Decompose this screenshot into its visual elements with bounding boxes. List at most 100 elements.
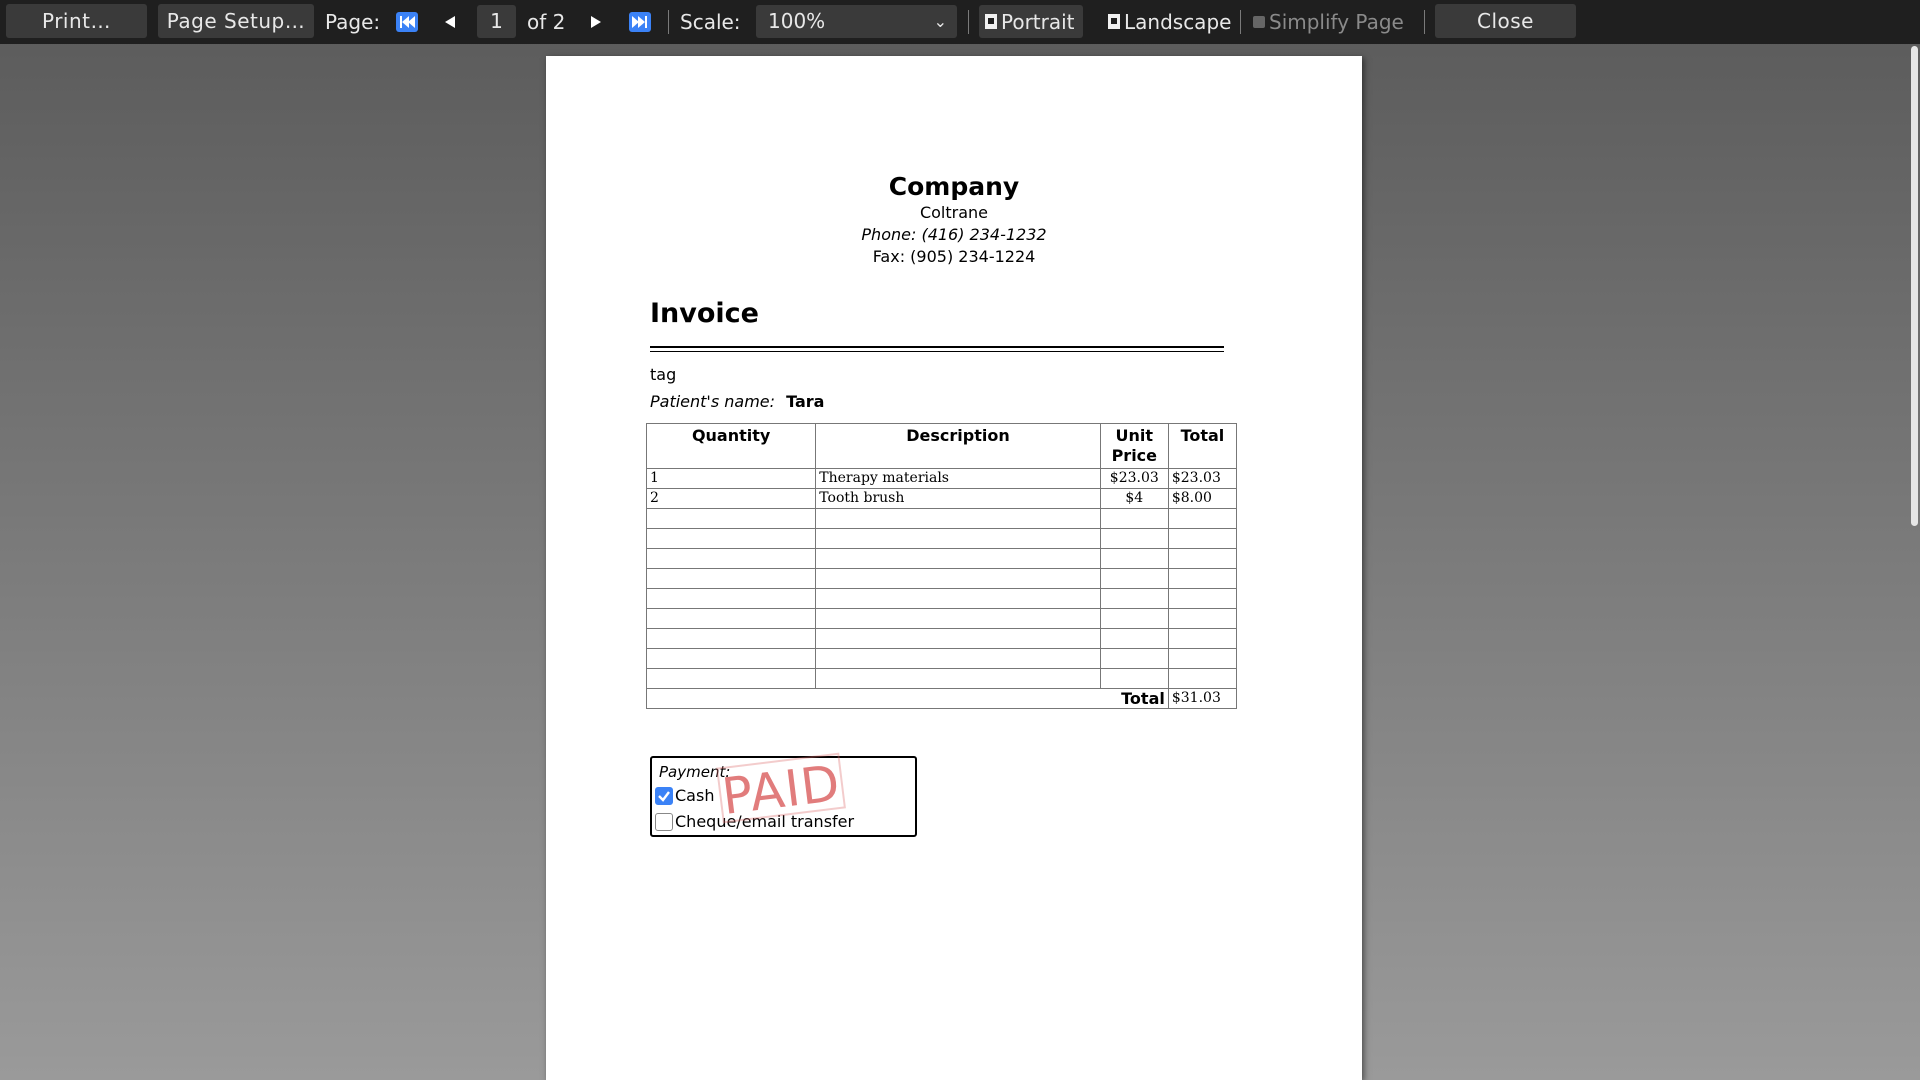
page-number-input[interactable]: 1 [477,5,516,38]
column-header-total: Total [1167,423,1238,469]
empty-cell [815,528,1101,549]
table-row [645,568,1238,589]
column-header-description: Description [815,423,1101,469]
table-row: 1 Therapy materials $23.03 $23.03 [645,468,1238,489]
vertical-scrollbar[interactable] [1908,44,1920,1080]
column-header-unit-price: Unit Price [1099,423,1169,469]
payment-box: Payment: Cash Cheque/email transfer PAID [650,752,917,837]
toolbar-separator [668,10,669,34]
table-row [645,548,1238,569]
empty-cell [645,668,817,689]
empty-cell [815,648,1101,669]
cash-checkbox[interactable] [655,786,673,805]
simplify-page-toggle[interactable]: Simplify Page [1253,5,1404,38]
table-header-row: Quantity Description Unit Price Total [645,423,1238,469]
empty-cell [645,528,817,549]
page-setup-button[interactable]: Page Setup… [158,4,314,38]
patient-name-value: Tara [786,392,825,411]
print-preview-toolbar: Print… Page Setup… Page: 1 of 2 Scale: 1… [0,0,1920,44]
empty-cell [1099,508,1169,529]
empty-cell [645,568,817,589]
table-row [645,608,1238,629]
last-page-icon[interactable] [626,8,654,36]
tag-text: tag [650,365,677,384]
invoice-items-table: Quantity Description Unit Price Total 1 … [645,423,1238,709]
company-address: Coltrane [919,203,989,222]
cell-unit-price: $23.03 [1099,468,1169,489]
table-row: 2 Tooth brush $4 $8.00 [645,488,1238,509]
portrait-button[interactable]: Portrait [979,5,1083,38]
empty-cell [1099,568,1169,589]
scale-select[interactable]: 100% ⌄ [756,5,957,38]
company-fax: Fax: (905) 234-1224 [872,247,1036,266]
table-row [645,508,1238,529]
next-page-icon[interactable] [582,8,610,36]
landscape-label: Landscape [1124,9,1232,34]
page-label: Page: [325,10,381,34]
empty-cell [645,608,817,629]
empty-cell [1167,568,1238,589]
preview-page: Company Coltrane Phone: (416) 234-1232 F… [546,56,1362,1080]
chevron-down-icon: ⌄ [933,12,947,31]
table-row [645,528,1238,549]
scrollbar-thumb[interactable] [1911,46,1918,526]
empty-cell [645,508,817,529]
empty-cell [815,588,1101,609]
cell-unit-price: $4 [1099,488,1169,509]
company-phone: Phone: (416) 234-1232 [861,225,1047,244]
simplify-checkbox [1253,15,1265,28]
table-row [645,668,1238,689]
company-header: Company Coltrane Phone: (416) 234-1232 F… [546,172,1362,268]
payment-option-cash[interactable]: Cash [655,786,714,805]
title-divider [650,346,1224,352]
empty-cell [1099,528,1169,549]
print-button[interactable]: Print… [6,4,147,38]
cell-description: Tooth brush [815,488,1101,509]
empty-cell [815,628,1101,649]
total-label: Total [646,688,1169,709]
cell-quantity: 1 [645,468,817,489]
previous-page-icon[interactable] [436,8,464,36]
portrait-icon [985,14,997,29]
invoice-title: Invoice [650,298,759,329]
empty-cell [1167,668,1238,689]
empty-cell [1099,608,1169,629]
column-header-quantity: Quantity [645,423,817,469]
empty-cell [1167,548,1238,569]
table-total-row: Total $31.03 [646,688,1238,709]
empty-cell [815,508,1101,529]
cell-total: $8.00 [1167,488,1238,509]
empty-cell [815,548,1101,569]
empty-cell [645,548,817,569]
empty-cell [1167,508,1238,529]
landscape-button[interactable]: Landscape [1108,5,1231,38]
portrait-label: Portrait [1001,9,1075,34]
print-button-label: Print… [41,9,111,33]
cell-quantity: 2 [645,488,817,509]
empty-cell [815,608,1101,629]
page-setup-button-label: Page Setup… [166,9,306,33]
empty-cell [1099,628,1169,649]
toolbar-separator [1424,10,1425,34]
toolbar-separator [1240,10,1241,34]
empty-cell [1167,608,1238,629]
close-button-label: Close [1477,9,1534,33]
checkmark-icon [658,790,670,802]
scale-value: 100% [768,9,826,33]
cell-total: $23.03 [1167,468,1238,489]
company-name: Company [888,172,1020,201]
patient-name-line: Patient's name: Tara [650,392,824,411]
table-row [645,628,1238,649]
patient-name-label: Patient's name: [650,392,776,411]
empty-cell [1167,528,1238,549]
simplify-label: Simplify Page [1269,9,1404,34]
table-row [645,648,1238,669]
empty-cell [1167,648,1238,669]
empty-cell [1099,668,1169,689]
close-button[interactable]: Close [1435,4,1576,38]
empty-cell [645,648,817,669]
scale-label: Scale: [680,10,741,34]
cell-description: Therapy materials [815,468,1101,489]
cheque-checkbox[interactable] [655,812,673,831]
first-page-icon[interactable] [393,8,421,36]
